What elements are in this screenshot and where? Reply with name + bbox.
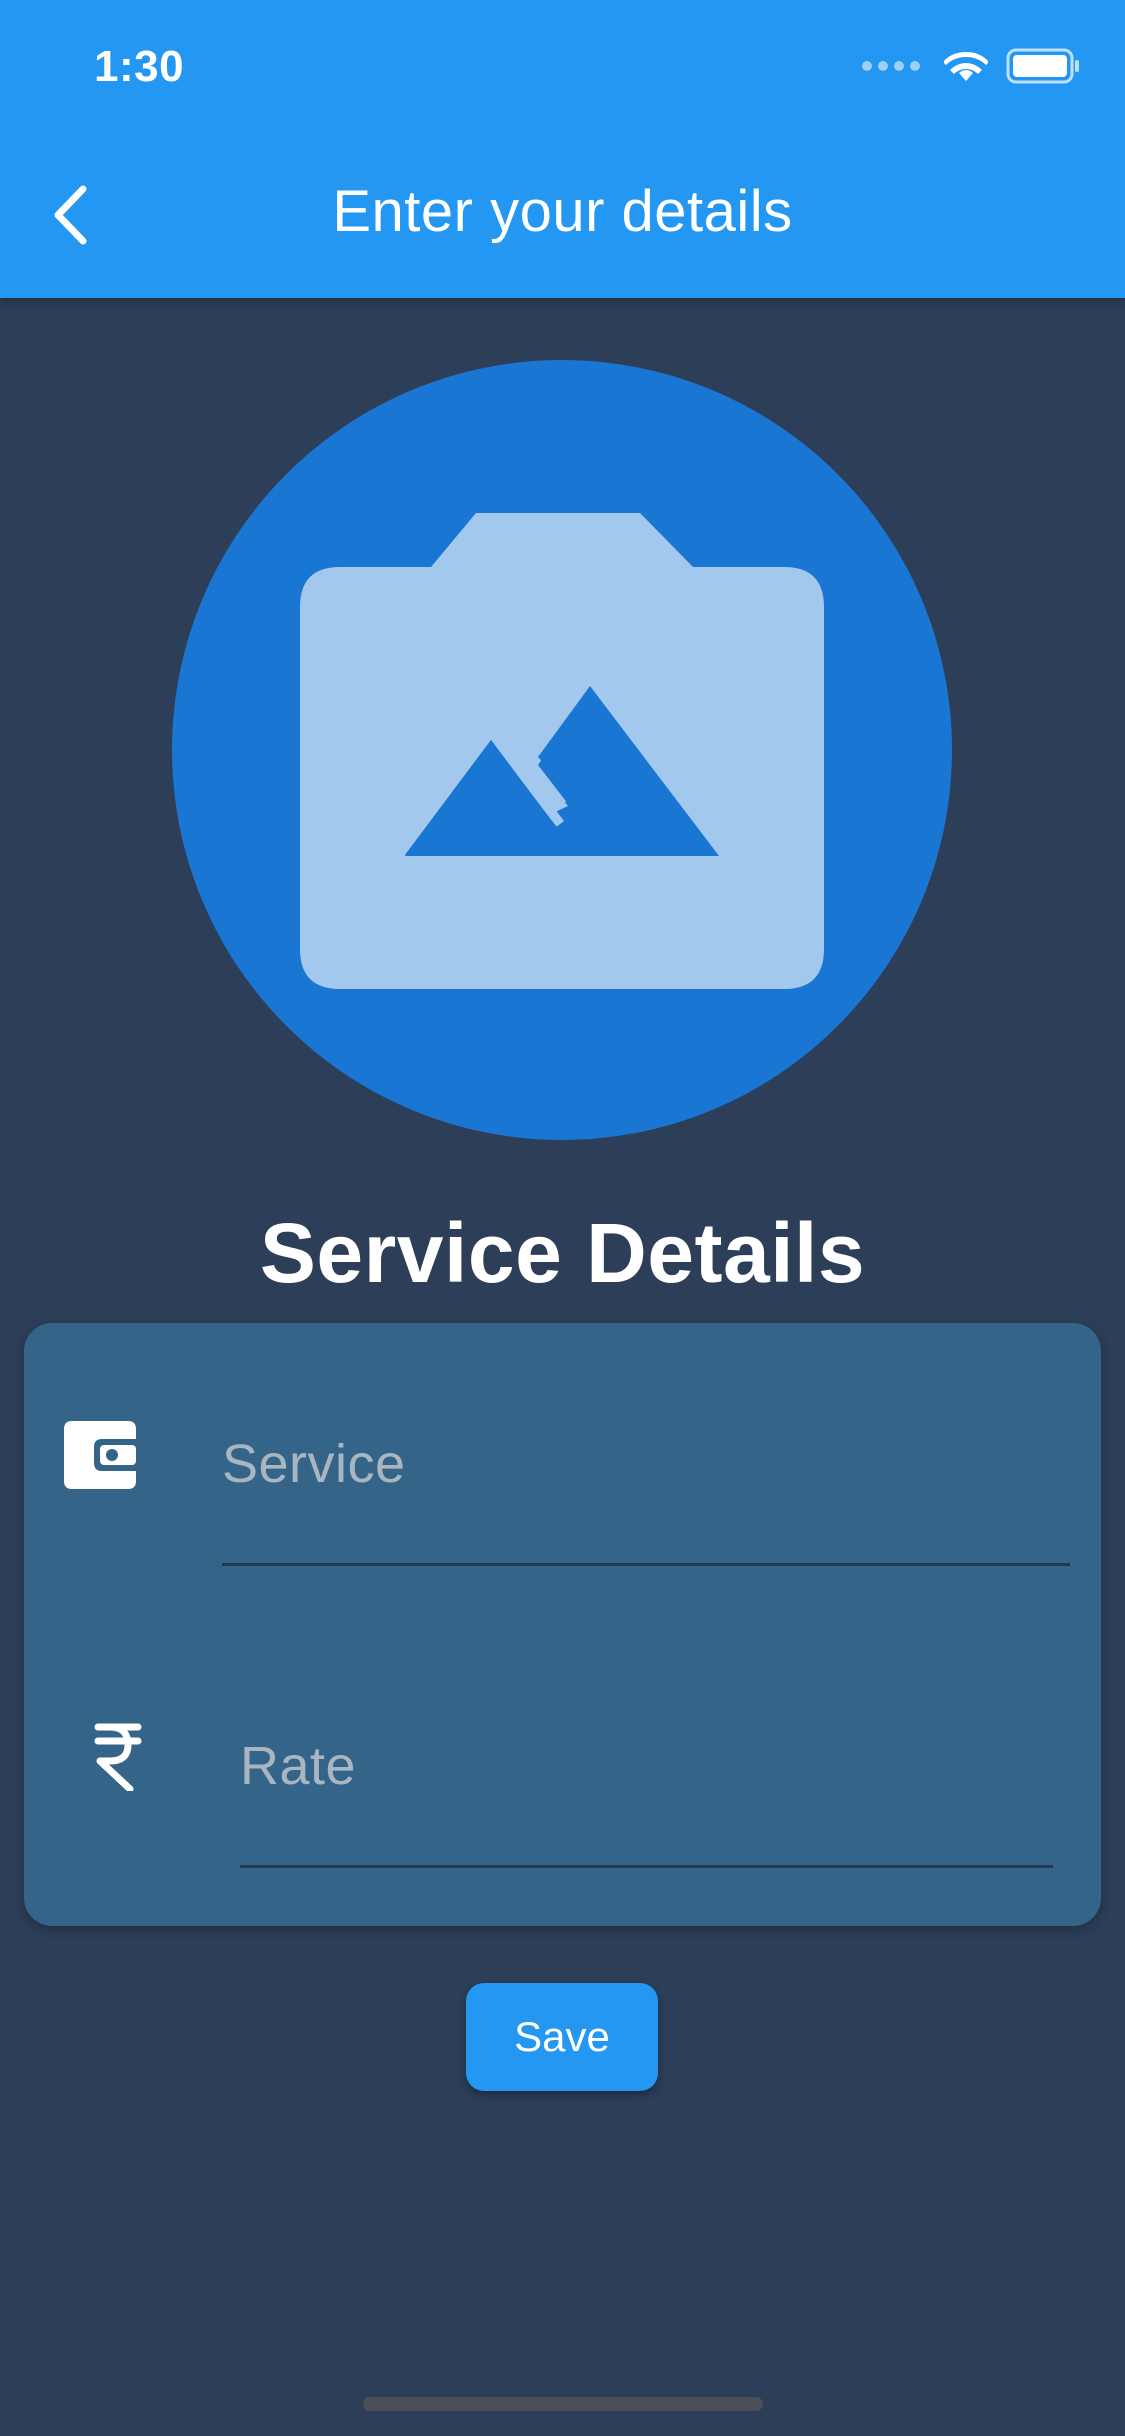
signal-icon bbox=[862, 61, 920, 71]
service-form-card: Service Rate bbox=[24, 1323, 1101, 1926]
service-input[interactable]: Service bbox=[222, 1433, 1070, 1566]
rate-input[interactable]: Rate bbox=[240, 1735, 1053, 1868]
avatar-photo-picker[interactable] bbox=[172, 360, 952, 1140]
save-button[interactable]: Save bbox=[466, 1983, 658, 2091]
battery-icon bbox=[1006, 48, 1079, 84]
status-time: 1:30 bbox=[94, 42, 185, 91]
wallet-icon bbox=[64, 1419, 136, 1491]
app-bar: 1:30 Enter your details bbox=[0, 0, 1125, 298]
rate-placeholder: Rate bbox=[240, 1736, 357, 1796]
camera-image-icon bbox=[300, 513, 824, 989]
service-placeholder: Service bbox=[222, 1434, 406, 1494]
rupee-icon bbox=[92, 1721, 144, 1793]
section-title: Service Details bbox=[259, 1206, 866, 1300]
wifi-icon bbox=[944, 52, 988, 81]
status-icons bbox=[862, 48, 1080, 84]
home-indicator bbox=[363, 2397, 763, 2411]
page-title: Enter your details bbox=[332, 179, 793, 244]
